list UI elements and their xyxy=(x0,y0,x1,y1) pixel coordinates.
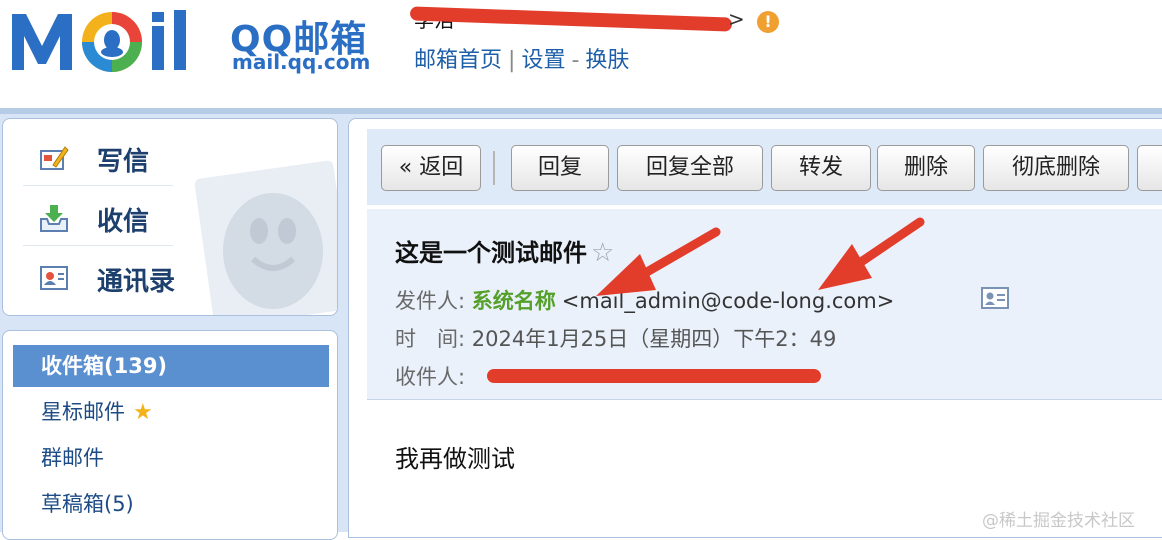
penguin-watermark-icon xyxy=(194,160,337,315)
mail-subject: 这是一个测试邮件 ☆ xyxy=(395,233,614,268)
mail-meta: 这是一个测试邮件 ☆ 发件人: 系统名称 <mail_admin@code-long… xyxy=(367,209,1162,400)
recipient-label: 收件人: xyxy=(395,365,466,389)
sender-row: 发件人: 系统名称 <mail_admin@code-long.com> xyxy=(395,285,894,315)
folder-group-mail[interactable]: 群邮件 xyxy=(13,437,329,479)
forward-button[interactable]: 转发 xyxy=(771,145,871,191)
delete-permanently-button[interactable]: 彻底删除 xyxy=(983,145,1129,191)
contacts-icon xyxy=(40,266,68,290)
redaction-mark xyxy=(409,6,733,32)
reply-all-button[interactable]: 回复全部 xyxy=(617,145,763,191)
sender-name[interactable]: 系统名称 xyxy=(472,289,556,313)
sender-label: 发件人: xyxy=(395,289,466,313)
account-chevron-icon[interactable]: > xyxy=(728,7,745,31)
time-label: 时 间: xyxy=(395,327,466,351)
top-nav-links: 邮箱首页 | 设置 - 换肤 xyxy=(414,42,629,74)
watermark: @稀土掘金技术社区 xyxy=(982,511,1135,531)
sender-address: <mail_admin@code-long.com> xyxy=(561,289,895,313)
compose-label: 写信 xyxy=(97,147,150,177)
receive-button[interactable]: 收信 xyxy=(23,189,173,246)
folder-drafts[interactable]: 草稿箱(5) xyxy=(13,483,329,525)
toolbar-divider xyxy=(493,151,495,185)
app-header: QQ邮箱 mail.qq.com 李浩 > ! 邮箱首页|设置-换肤 xyxy=(0,0,1162,108)
link-mail-home[interactable]: 邮箱首页 xyxy=(414,42,502,74)
contacts-label: 通讯录 xyxy=(97,267,176,297)
contacts-button[interactable]: 通讯录 xyxy=(23,249,176,305)
inbox-download-icon xyxy=(40,205,68,232)
folder-starred-label: 星标邮件 xyxy=(41,400,125,424)
brand-domain: mail.qq.com xyxy=(232,50,371,74)
receive-label: 收信 xyxy=(97,207,150,237)
folder-starred[interactable]: 星标邮件 ★ xyxy=(13,391,329,433)
link-skin[interactable]: 换肤 xyxy=(585,42,629,74)
mail-reader: « 返回 回复 回复全部 转发 删除 彻底删除 这是一个测试邮件 ☆ 发件人: 系… xyxy=(348,118,1162,538)
compose-button[interactable]: 写信 xyxy=(23,129,173,186)
mail-body: 我再做测试 xyxy=(395,445,515,473)
time-row: 时 间: 2024年1月25日（星期四）下午2：49 xyxy=(395,323,836,353)
star-icon: ★ xyxy=(133,400,153,425)
subject-text: 这是一个测试邮件 xyxy=(395,239,587,267)
redaction-mark xyxy=(487,369,821,383)
delete-button[interactable]: 删除 xyxy=(877,145,975,191)
quick-actions-panel: 写信 收信 通讯录 xyxy=(2,118,338,316)
link-separator: - xyxy=(571,48,580,73)
contact-card-icon[interactable] xyxy=(981,287,1009,309)
mail-logo-icon[interactable] xyxy=(8,6,223,74)
folder-inbox[interactable]: 收件箱(139) xyxy=(13,345,329,387)
reply-button[interactable]: 回复 xyxy=(511,145,609,191)
recipient-row: 收件人: xyxy=(395,361,465,391)
mail-toolbar: « 返回 回复 回复全部 转发 删除 彻底删除 xyxy=(367,129,1162,205)
more-button[interactable] xyxy=(1137,145,1162,191)
back-button[interactable]: « 返回 xyxy=(381,145,481,191)
star-outline-icon[interactable]: ☆ xyxy=(591,238,614,268)
warning-icon[interactable]: ! xyxy=(757,11,779,33)
link-settings[interactable]: 设置 xyxy=(521,42,565,74)
link-separator: | xyxy=(508,48,516,73)
compose-icon xyxy=(40,146,69,170)
folder-list: 收件箱(139) 星标邮件 ★ 群邮件 草稿箱(5) xyxy=(2,330,338,540)
time-value: 2024年1月25日（星期四）下午2：49 xyxy=(471,327,837,351)
